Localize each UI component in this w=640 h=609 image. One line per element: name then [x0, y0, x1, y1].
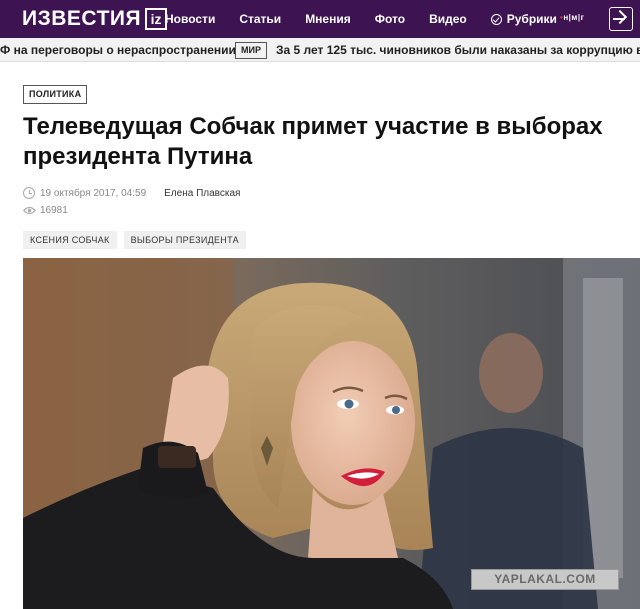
clock-icon: [23, 187, 35, 199]
ticker-tag[interactable]: МИР: [235, 42, 267, 59]
article-tags: КСЕНИЯ СОБЧАК ВЫБОРЫ ПРЕЗИДЕНТА: [23, 231, 253, 249]
logo-word: ИЗВЕСТИЯ: [22, 7, 142, 30]
ticker-item[interactable]: Ф на переговоры о нераспространении: [0, 43, 236, 57]
views-value: 16981: [40, 205, 68, 216]
rubrics-label: Рубрики: [506, 12, 557, 26]
media-letter-c: г: [580, 13, 585, 22]
nav-video[interactable]: Видео: [429, 12, 467, 26]
logo-badge: iz: [145, 8, 168, 30]
view-count: 16981: [23, 205, 68, 216]
izvestia-logo[interactable]: ИЗВЕСТИЯ iz: [22, 7, 168, 31]
tag-sobchak[interactable]: КСЕНИЯ СОБЧАК: [23, 231, 117, 249]
login-icon[interactable]: [609, 7, 633, 31]
media-letter-a: н: [563, 13, 569, 22]
article-photo: [23, 258, 640, 609]
media-letter-b: м: [571, 13, 578, 22]
nav-photo[interactable]: Фото: [375, 12, 405, 26]
nav-articles[interactable]: Статьи: [239, 12, 281, 26]
nav-rubrics[interactable]: Рубрики: [490, 12, 557, 26]
publish-date: 19 октября 2017, 04:59: [40, 187, 147, 199]
tag-elections[interactable]: ВЫБОРЫ ПРЕЗИДЕНТА: [123, 231, 246, 249]
ticker-item[interactable]: За 5 лет 125 тыс. чиновников были наказа…: [276, 43, 640, 57]
watermark: YAPLAKAL.COM: [471, 569, 619, 590]
author-name[interactable]: Елена Плавская: [164, 188, 240, 199]
media-links[interactable]: •н|м|г: [560, 13, 584, 22]
eye-icon: [23, 206, 36, 215]
photo-illustration: [23, 258, 640, 609]
rubric-badge[interactable]: ПОЛИТИКА: [23, 85, 88, 104]
top-navigation-bar: ИЗВЕСТИЯ iz Новости Статьи Мнения Фото В…: [0, 0, 640, 38]
news-ticker: Ф на переговоры о нераспространении МИР …: [0, 38, 640, 62]
main-nav: Новости Статьи Мнения Фото Видео Рубрики: [165, 0, 557, 38]
article-title: Телеведущая Собчак примет участие в выбо…: [23, 113, 603, 170]
nav-opinions[interactable]: Мнения: [305, 12, 351, 26]
nav-news[interactable]: Новости: [165, 12, 215, 26]
check-circle-icon: [490, 13, 502, 25]
article-meta: 19 октября 2017, 04:59 Елена Плавская: [23, 187, 240, 199]
